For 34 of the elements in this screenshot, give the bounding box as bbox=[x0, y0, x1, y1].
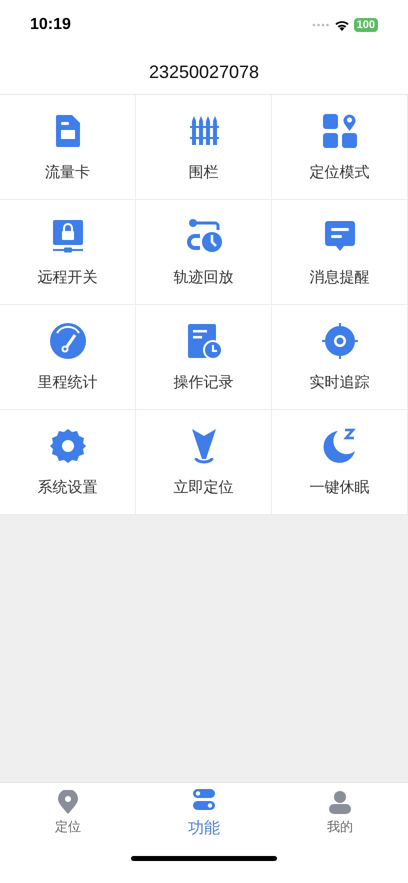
device-id-title: 23250027078 bbox=[148, 60, 260, 84]
function-tile[interactable]: 里程统计 bbox=[0, 305, 136, 410]
wifi-icon bbox=[334, 19, 350, 31]
function-label: 立即定位 bbox=[174, 476, 234, 498]
function-label: 流量卡 bbox=[45, 162, 90, 183]
function-tile[interactable]: 轨迹回放 bbox=[136, 200, 272, 305]
signal-icon bbox=[312, 23, 330, 27]
function-label: 定位模式 bbox=[310, 162, 370, 183]
crosshair-icon bbox=[320, 320, 360, 361]
function-label: 一键休眠 bbox=[310, 476, 370, 498]
tab-bar-item[interactable]: 定位 bbox=[0, 783, 136, 850]
function-label: 围栏 bbox=[188, 162, 218, 183]
function-tile[interactable]: 消息提醒 bbox=[272, 200, 408, 305]
function-label: 实时追踪 bbox=[310, 372, 370, 393]
tab-bar-item[interactable]: 功能 bbox=[136, 783, 272, 850]
function-tile[interactable]: 远程开关 bbox=[0, 200, 136, 305]
location-pin-icon bbox=[57, 790, 79, 814]
battery-indicator: 100 bbox=[354, 18, 378, 32]
function-tile[interactable]: 定位模式 bbox=[272, 95, 408, 200]
function-label: 轨迹回放 bbox=[174, 266, 234, 288]
gauge-icon bbox=[48, 320, 88, 361]
function-label: 消息提醒 bbox=[310, 266, 370, 288]
function-label: 里程统计 bbox=[38, 372, 98, 393]
function-label: 远程开关 bbox=[38, 266, 98, 288]
function-label: 操作记录 bbox=[174, 372, 234, 393]
person-icon bbox=[329, 790, 351, 814]
tab-bar-item[interactable]: 我的 bbox=[272, 783, 408, 850]
function-tile[interactable]: 流量卡 bbox=[0, 95, 136, 200]
function-tile[interactable]: 实时追踪 bbox=[272, 305, 408, 410]
status-time: 10:19 bbox=[30, 15, 71, 35]
function-tile[interactable]: 围栏 bbox=[136, 95, 272, 200]
toggle-icon bbox=[193, 788, 215, 812]
function-tile[interactable]: 操作记录 bbox=[136, 305, 272, 410]
function-label: 系统设置 bbox=[38, 476, 98, 498]
